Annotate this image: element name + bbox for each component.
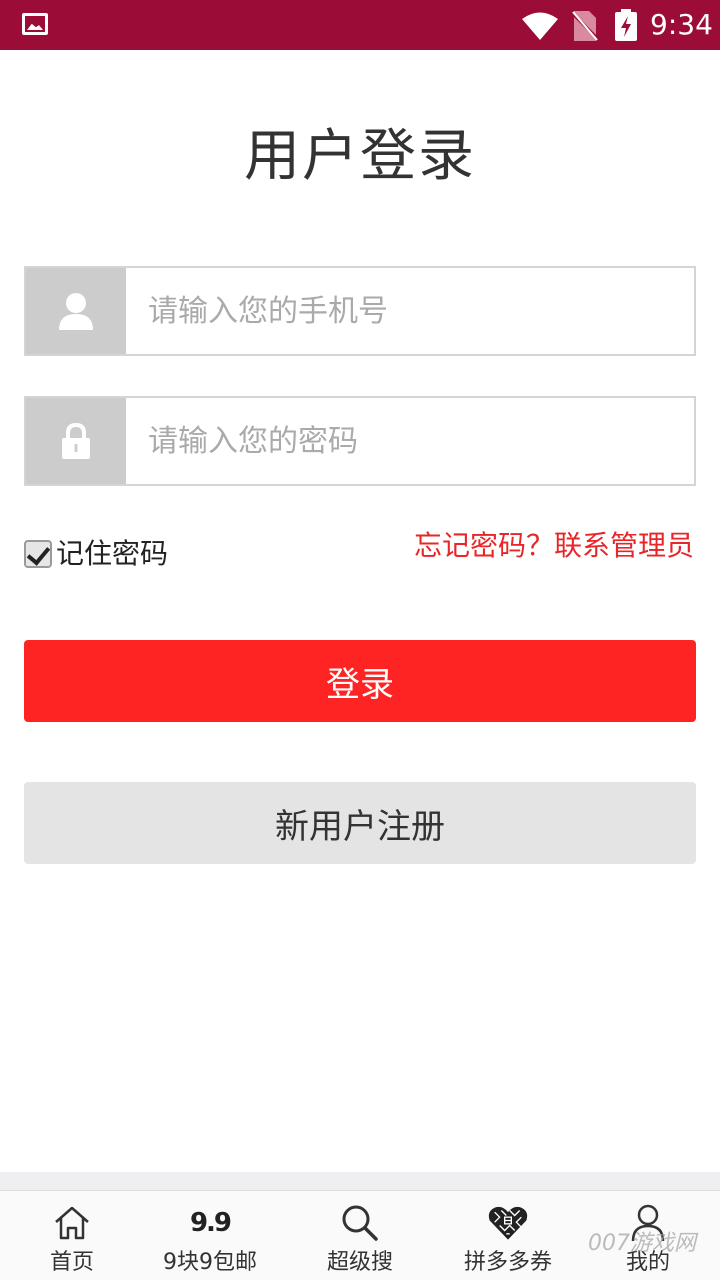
no-sim-icon	[572, 11, 598, 41]
user-icon	[26, 268, 126, 354]
phone-input[interactable]	[148, 286, 678, 336]
tab-super-search[interactable]: 超级搜	[290, 1191, 430, 1280]
battery-charging-icon	[615, 9, 637, 41]
page-title: 用户登录	[244, 124, 476, 189]
tab-pinduoduo-coupons[interactable]: 拼多多券	[438, 1191, 578, 1280]
password-input[interactable]	[148, 416, 678, 466]
password-field	[24, 396, 696, 486]
register-button[interactable]: 新用户注册	[24, 782, 696, 864]
tab-label: 9块9包邮	[163, 1250, 257, 1275]
remember-label: 记住密码	[56, 537, 169, 570]
wifi-icon	[522, 12, 558, 40]
tab-label: 拼多多券	[463, 1250, 552, 1275]
status-bar: 9:34	[0, 0, 720, 50]
watermark: 007游戏网	[588, 1231, 696, 1256]
lock-icon	[26, 398, 126, 484]
clock-time: 9:34	[650, 8, 713, 41]
tabbar-divider	[0, 1172, 720, 1190]
remember-checkbox[interactable]	[24, 540, 52, 568]
forgot-password-link[interactable]: 忘记密码？联系管理员	[414, 528, 694, 564]
pinduoduo-icon	[488, 1203, 528, 1243]
tab-label: 首页	[49, 1250, 94, 1275]
login-button[interactable]: 登录	[24, 640, 696, 722]
gallery-notification-icon	[22, 13, 48, 35]
tab-nine-nine[interactable]: 9.9 9块9包邮	[140, 1191, 280, 1280]
tab-label: 超级搜	[326, 1250, 393, 1275]
nine-nine-icon-text: 9.9	[189, 1208, 232, 1238]
search-icon	[340, 1203, 380, 1243]
home-icon	[52, 1203, 92, 1243]
tab-home[interactable]: 首页	[2, 1191, 142, 1280]
remember-password[interactable]: 记住密码	[24, 536, 168, 572]
nine-nine-icon: 9.9	[189, 1203, 232, 1243]
phone-field	[24, 266, 696, 356]
